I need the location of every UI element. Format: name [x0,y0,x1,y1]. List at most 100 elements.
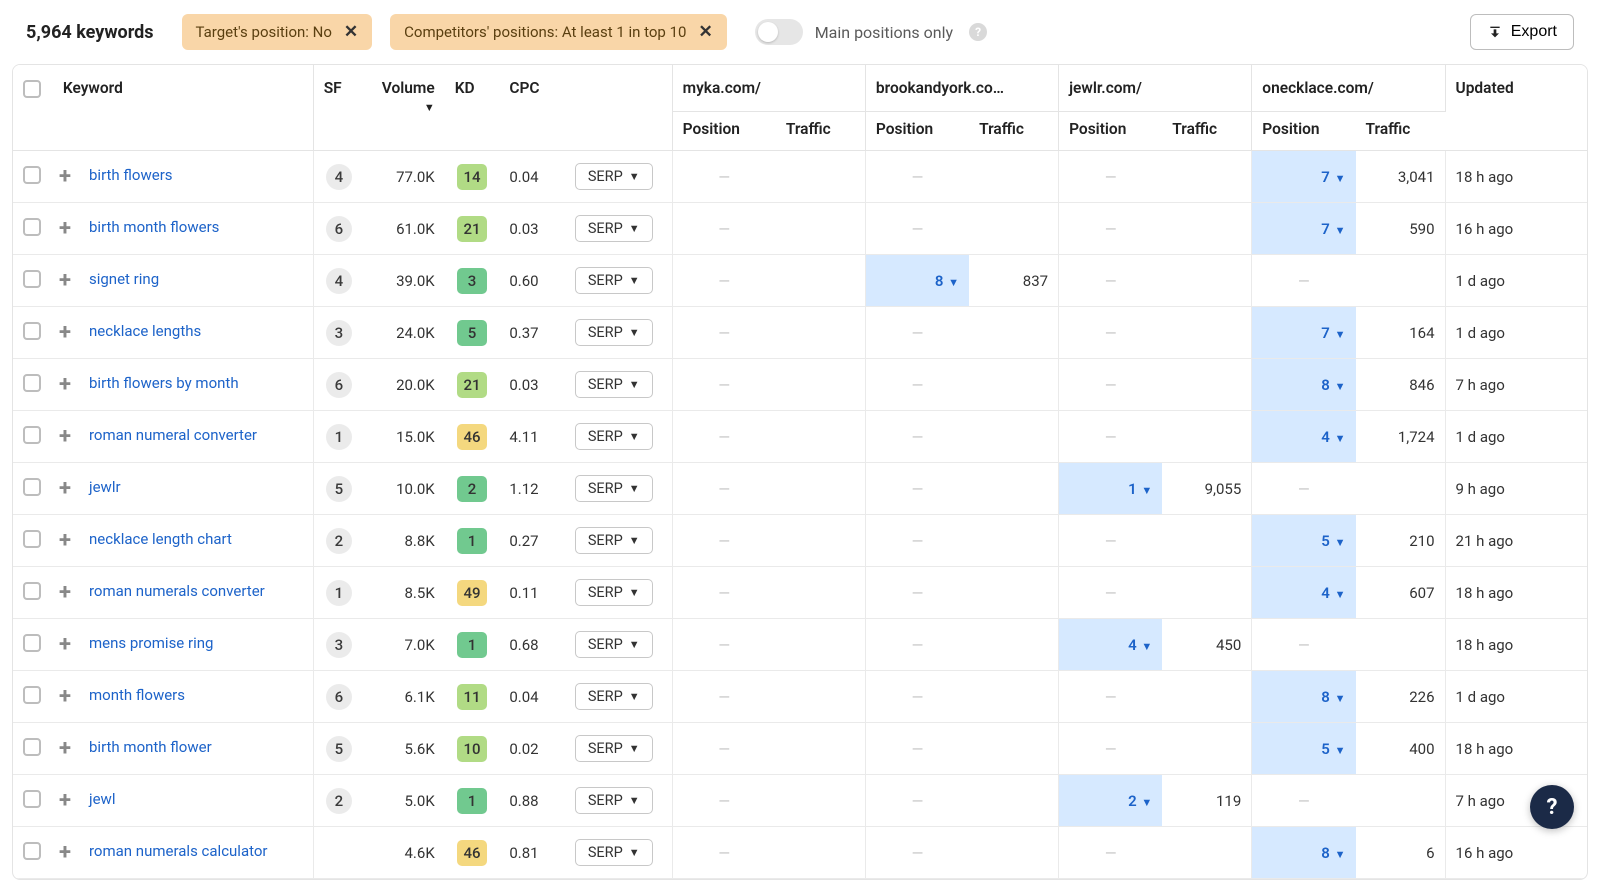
sf-badge[interactable]: 3 [326,320,352,346]
keyword-link[interactable]: necklace length chart [89,530,232,548]
sf-badge[interactable]: 2 [326,788,352,814]
expand-icon[interactable]: + [55,686,75,708]
column-header-cpc[interactable]: CPC [499,65,565,151]
expand-icon[interactable]: + [55,166,75,188]
expand-icon[interactable]: + [55,790,75,812]
subheader-traffic[interactable]: Traffic [969,112,1059,151]
serp-dropdown[interactable]: SERP▼ [575,683,653,710]
expand-icon[interactable]: + [55,270,75,292]
sf-badge[interactable]: 5 [326,736,352,762]
row-checkbox[interactable] [23,218,41,236]
sf-badge[interactable]: 1 [326,580,352,606]
filter-chip-target-position[interactable]: Target's position: No ✕ [182,14,373,50]
keyword-link[interactable]: jewlr [89,478,121,496]
row-checkbox[interactable] [23,634,41,652]
keyword-link[interactable]: roman numerals calculator [89,842,268,860]
sf-badge[interactable]: 6 [326,684,352,710]
row-checkbox[interactable] [23,426,41,444]
sf-badge[interactable]: 4 [326,268,352,294]
row-checkbox[interactable] [23,790,41,808]
serp-dropdown[interactable]: SERP▼ [575,319,653,346]
help-fab-button[interactable]: ? [1530,785,1574,829]
keyword-link[interactable]: signet ring [89,270,159,288]
sf-badge[interactable]: 5 [326,476,352,502]
expand-icon[interactable]: + [55,634,75,656]
serp-dropdown[interactable]: SERP▼ [575,839,653,866]
position-cell[interactable]: 4 ▼ [1059,619,1163,671]
filter-chip-competitors-positions[interactable]: Competitors' positions: At least 1 in to… [390,14,727,50]
sf-badge[interactable]: 3 [326,632,352,658]
serp-dropdown[interactable]: SERP▼ [575,163,653,190]
subheader-traffic[interactable]: Traffic [776,112,866,151]
keyword-link[interactable]: roman numeral converter [89,426,257,444]
column-header-kd[interactable]: KD [445,65,500,151]
export-button[interactable]: Export [1470,14,1574,50]
expand-icon[interactable]: + [55,322,75,344]
serp-dropdown[interactable]: SERP▼ [575,371,653,398]
expand-icon[interactable]: + [55,738,75,760]
keyword-link[interactable]: birth flowers [89,166,173,184]
serp-dropdown[interactable]: SERP▼ [575,787,653,814]
sf-badge[interactable]: 1 [326,424,352,450]
position-cell[interactable]: 8 ▼ [1252,827,1356,879]
keyword-link[interactable]: mens promise ring [89,634,213,652]
position-cell[interactable]: 4 ▼ [1252,411,1356,463]
column-header-keyword[interactable]: Keyword [13,65,313,151]
expand-icon[interactable]: + [55,530,75,552]
subheader-position[interactable]: Position [865,112,969,151]
sf-badge[interactable]: 6 [326,372,352,398]
expand-icon[interactable]: + [55,842,75,864]
keyword-link[interactable]: month flowers [89,686,185,704]
sf-badge[interactable]: 4 [326,164,352,190]
keyword-link[interactable]: birth month flower [89,738,212,756]
close-icon[interactable]: ✕ [698,22,712,42]
position-cell[interactable]: 7 ▼ [1252,151,1356,203]
sf-badge[interactable]: 2 [326,528,352,554]
site-header-1[interactable]: brookandyork.co… [865,65,1058,112]
row-checkbox[interactable] [23,530,41,548]
position-cell[interactable]: 8 ▼ [1252,671,1356,723]
select-all-checkbox[interactable] [23,80,41,98]
main-positions-toggle[interactable] [755,19,803,45]
serp-dropdown[interactable]: SERP▼ [575,423,653,450]
row-checkbox[interactable] [23,270,41,288]
keyword-link[interactable]: roman numerals converter [89,582,265,600]
column-header-sf[interactable]: SF [313,65,364,151]
position-cell[interactable]: 5 ▼ [1252,723,1356,775]
row-checkbox[interactable] [23,582,41,600]
subheader-position[interactable]: Position [1059,112,1163,151]
row-checkbox[interactable] [23,322,41,340]
position-cell[interactable]: 8 ▼ [865,255,969,307]
row-checkbox[interactable] [23,842,41,860]
position-cell[interactable]: 2 ▼ [1059,775,1163,827]
help-icon[interactable]: ? [969,23,987,41]
keyword-link[interactable]: jewl [89,790,115,808]
subheader-traffic[interactable]: Traffic [1162,112,1252,151]
expand-icon[interactable]: + [55,426,75,448]
position-cell[interactable]: 7 ▼ [1252,203,1356,255]
keyword-link[interactable]: birth month flowers [89,218,219,236]
row-checkbox[interactable] [23,166,41,184]
serp-dropdown[interactable]: SERP▼ [575,579,653,606]
column-header-volume[interactable]: Volume ▼ [364,65,445,151]
expand-icon[interactable]: + [55,218,75,240]
row-checkbox[interactable] [23,374,41,392]
position-cell[interactable]: 7 ▼ [1252,307,1356,359]
subheader-traffic[interactable]: Traffic [1356,112,1446,151]
column-header-updated[interactable]: Updated [1445,65,1587,151]
row-checkbox[interactable] [23,478,41,496]
position-cell[interactable]: 8 ▼ [1252,359,1356,411]
site-header-3[interactable]: onecklace.com/ [1252,65,1445,112]
serp-dropdown[interactable]: SERP▼ [575,267,653,294]
row-checkbox[interactable] [23,686,41,704]
keyword-link[interactable]: birth flowers by month [89,374,239,392]
serp-dropdown[interactable]: SERP▼ [575,215,653,242]
position-cell[interactable]: 5 ▼ [1252,515,1356,567]
serp-dropdown[interactable]: SERP▼ [575,631,653,658]
position-cell[interactable]: 1 ▼ [1059,463,1163,515]
sf-badge[interactable]: 6 [326,216,352,242]
subheader-position[interactable]: Position [672,112,776,151]
keyword-link[interactable]: necklace lengths [89,322,201,340]
serp-dropdown[interactable]: SERP▼ [575,475,653,502]
serp-dropdown[interactable]: SERP▼ [575,735,653,762]
